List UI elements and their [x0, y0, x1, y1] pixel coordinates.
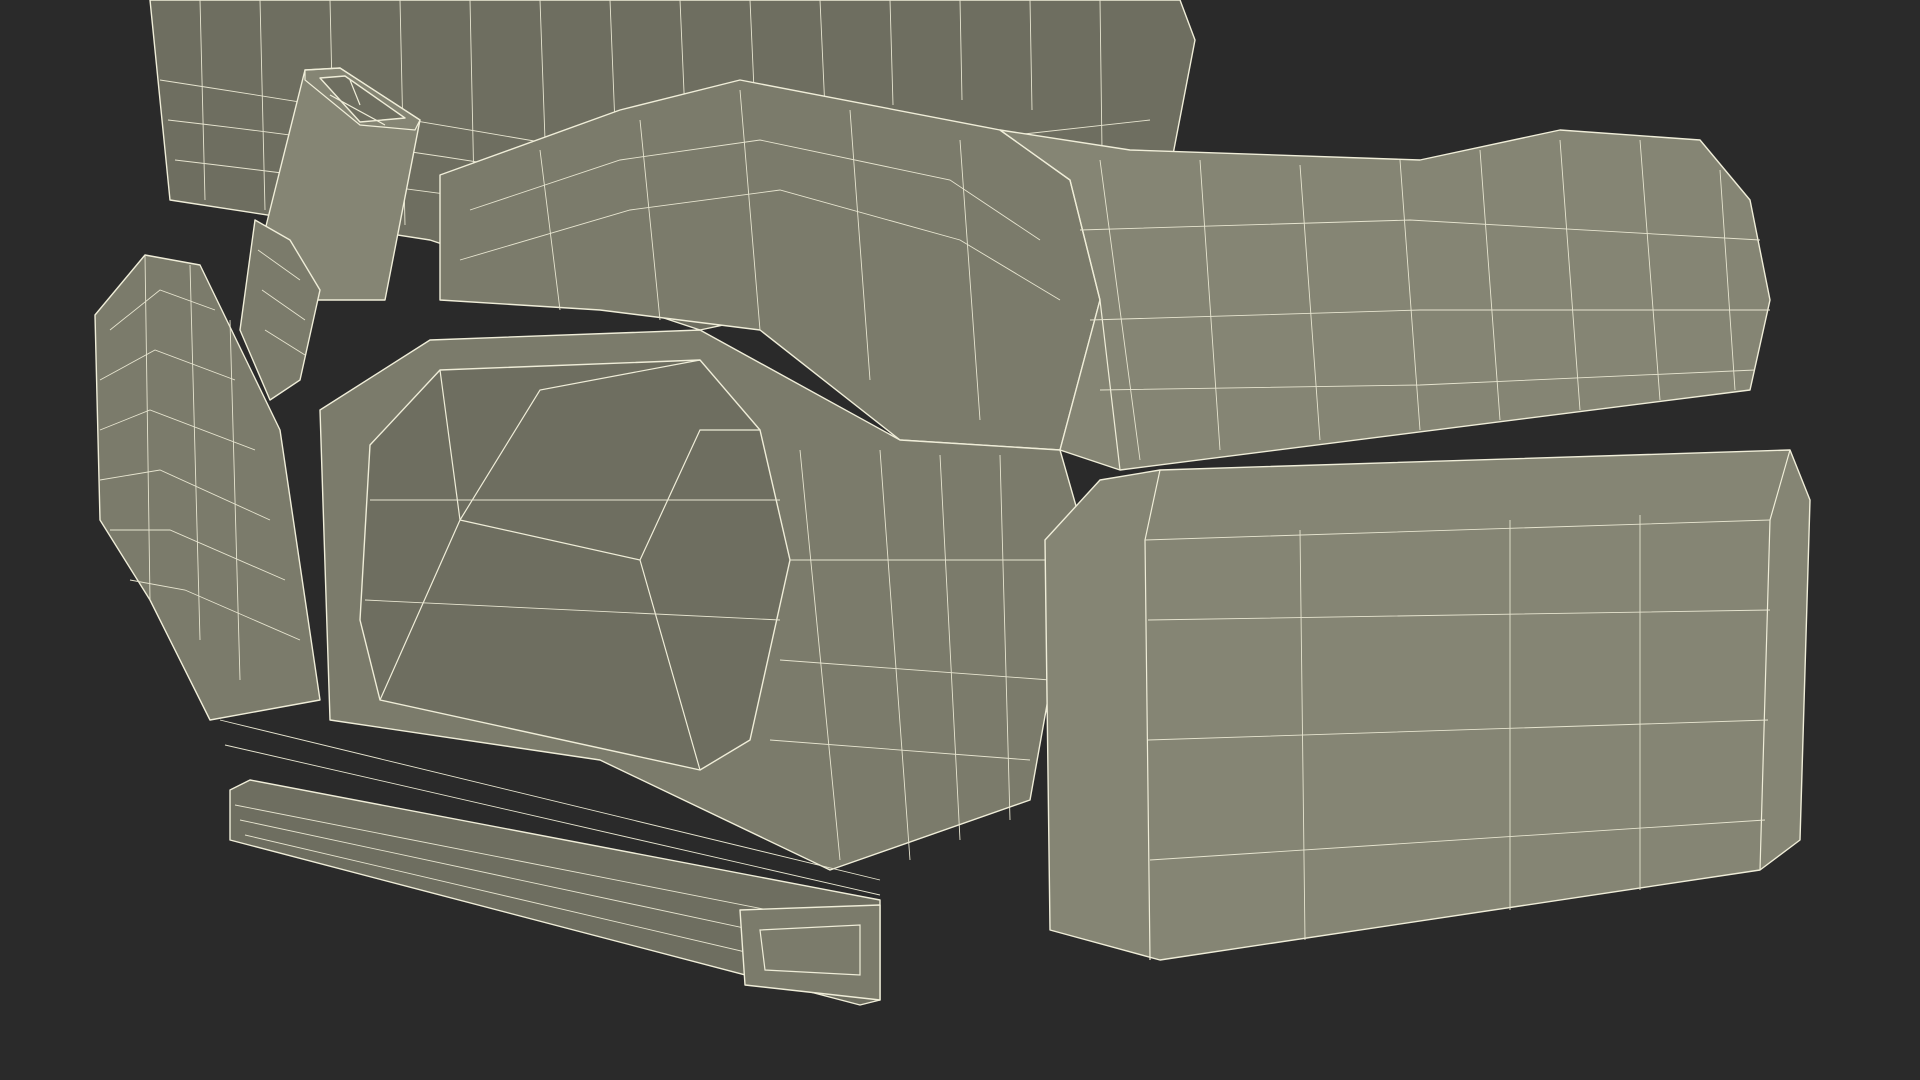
seat-wireframe-render: [94, 0, 1811, 1006]
render-viewport: [0, 0, 1920, 1080]
seat-front-right-panel: [1044, 449, 1811, 961]
right-armrest-cushion: [999, 129, 1771, 471]
